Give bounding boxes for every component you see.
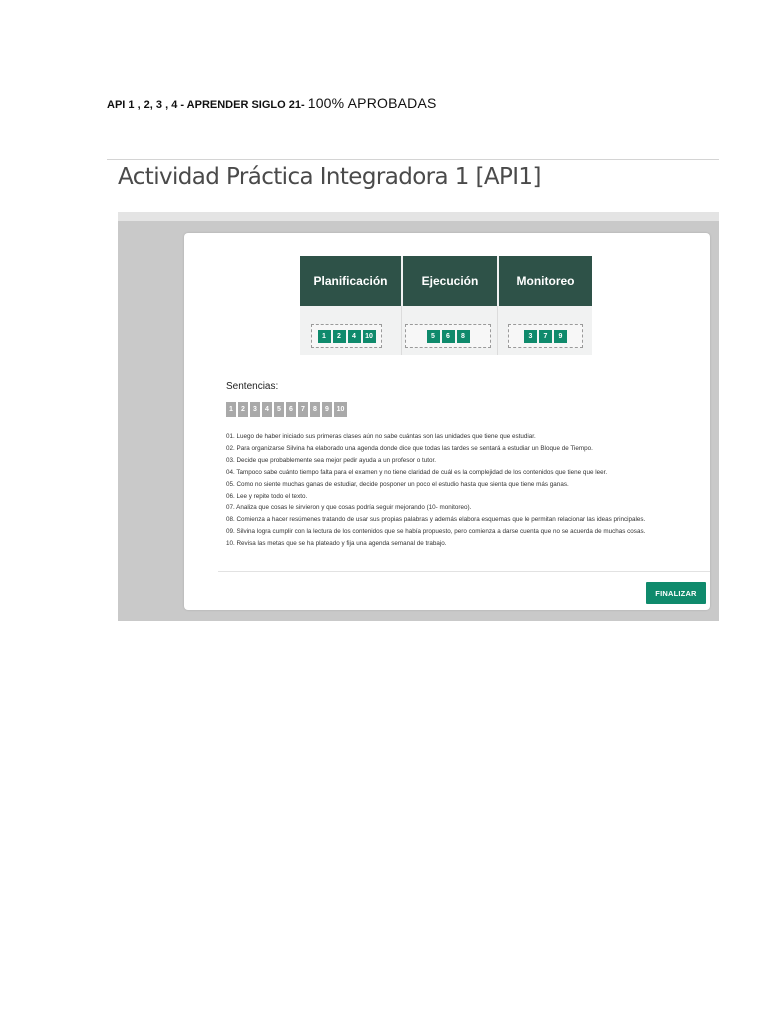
divider: [218, 571, 710, 572]
dropzone-planificacion[interactable]: 1 2 4 10: [311, 324, 382, 348]
sentence-number-chip[interactable]: 6: [286, 402, 296, 417]
document-heading: API 1 , 2, 3 , 4 - APRENDER SIGLO 21- 10…: [107, 95, 437, 111]
document-heading-suffix: 100% APROBADAS: [307, 95, 437, 111]
column-divider: [401, 306, 402, 355]
sentence-item: 10. Revisa las metas que se ha plateado …: [226, 540, 447, 548]
sentence-list: 01. Luego de haber iniciado sus primeras…: [226, 431, 706, 550]
sentence-number-chip[interactable]: 1: [226, 402, 236, 417]
category-board: Planificación Ejecución Monitoreo 1 2 4 …: [300, 256, 592, 355]
sentence-number-chips: 1 2 3 4 5 6 7 8 9 10: [226, 402, 347, 417]
sentence-number-chip[interactable]: 5: [274, 402, 284, 417]
answer-chip[interactable]: 5: [426, 329, 440, 343]
finalize-button[interactable]: FINALIZAR: [646, 582, 706, 604]
answer-chip[interactable]: 1: [317, 329, 331, 343]
answer-chip[interactable]: 6: [441, 329, 455, 343]
sentence-number-chip[interactable]: 8: [310, 402, 320, 417]
divider: [107, 159, 719, 160]
sentences-title: Sentencias:: [226, 381, 279, 392]
answer-chip[interactable]: 2: [332, 329, 346, 343]
sentence-number-chip[interactable]: 7: [298, 402, 308, 417]
document-heading-prefix: API 1 , 2, 3 , 4 - APRENDER SIGLO 21-: [107, 99, 308, 111]
sentence-item: 03. Decide que probablemente sea mejor p…: [226, 456, 437, 464]
dropzone-monitoreo[interactable]: 3 7 9: [508, 324, 583, 348]
sentence-item: 02. Para organizarse Silvina ha elaborad…: [226, 444, 593, 452]
sentence-item: 04. Tampoco sabe cuánto tiempo falta par…: [226, 468, 608, 476]
category-header-planificacion: Planificación: [300, 256, 401, 306]
column-divider: [497, 306, 498, 355]
sentence-number-chip[interactable]: 10: [334, 402, 347, 417]
activity-title: Actividad Práctica Integradora 1 [API1]: [118, 164, 541, 190]
sentence-item: 05. Como no siente muchas ganas de estud…: [226, 480, 569, 488]
dropzone-ejecucion[interactable]: 5 6 8: [405, 324, 491, 348]
screenshot-top-band: [118, 212, 719, 221]
answer-chip[interactable]: 8: [456, 329, 470, 343]
answer-chip[interactable]: 4: [347, 329, 361, 343]
sentence-number-chip[interactable]: 2: [238, 402, 248, 417]
answer-chip[interactable]: 10: [362, 329, 376, 343]
answer-chip[interactable]: 3: [524, 329, 537, 343]
answer-chip[interactable]: 9: [554, 329, 567, 343]
sentence-number-chip[interactable]: 9: [322, 402, 332, 417]
category-header-ejecucion: Ejecución: [403, 256, 497, 306]
sentence-item: 09. Silvina logra cumplir con la lectura…: [226, 528, 646, 536]
sentence-item: 07. Analiza que cosas le sirvieron y que…: [226, 504, 472, 512]
sentence-number-chip[interactable]: 3: [250, 402, 260, 417]
answer-chip[interactable]: 7: [539, 329, 552, 343]
category-header-monitoreo: Monitoreo: [499, 256, 592, 306]
sentence-item: 01. Luego de haber iniciado sus primeras…: [226, 433, 536, 440]
sentence-item: 08. Comienza a hacer resúmenes tratando …: [226, 516, 646, 524]
sentence-number-chip[interactable]: 4: [262, 402, 272, 417]
sentence-item: 06. Lee y repite todo el texto.: [226, 492, 308, 500]
